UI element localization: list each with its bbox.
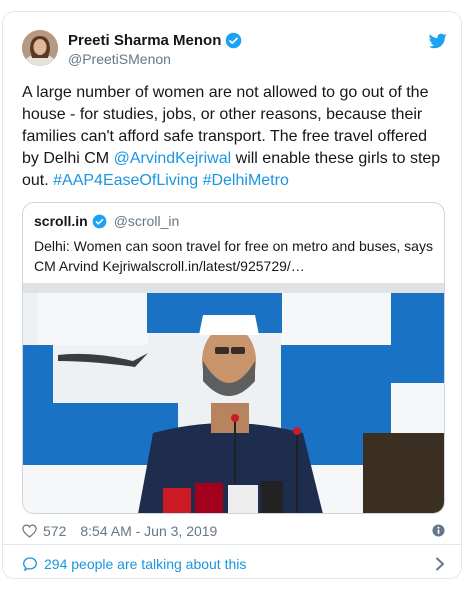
mention-link[interactable]: @ArvindKejriwal — [114, 150, 232, 167]
tweet-timestamp[interactable]: 8:54 AM - Jun 3, 2019 — [80, 523, 217, 539]
tweet-header: Preeti Sharma Menon @PreetiSMenon — [22, 30, 447, 70]
embedded-tweet-card: Preeti Sharma Menon @PreetiSMenon A larg… — [2, 11, 462, 579]
info-icon[interactable] — [432, 524, 445, 537]
author-handle[interactable]: @PreetiSMenon — [68, 51, 171, 67]
tweet-stats: 572 8:54 AM - Jun 3, 2019 — [22, 520, 447, 542]
chevron-right-icon — [436, 557, 444, 571]
quoted-author-handle: @scroll_in — [113, 213, 180, 229]
quoted-tweet-card[interactable]: scroll.in @scroll_in Delhi: Women can so… — [22, 202, 445, 514]
avatar[interactable] — [22, 30, 58, 66]
verified-badge-icon — [226, 32, 242, 49]
conversation-count: 294 people are talking about this — [44, 556, 247, 572]
conversation-link[interactable]: 294 people are talking about this — [22, 553, 447, 575]
press-conference-photo[interactable] — [23, 283, 444, 513]
verified-badge-icon — [92, 214, 107, 228]
hashtag-link[interactable]: #AAP4EaseOfLiving — [53, 172, 198, 189]
author-name[interactable]: Preeti Sharma Menon — [68, 32, 221, 49]
like-count[interactable]: 572 — [43, 523, 66, 539]
twitter-bird-icon[interactable] — [429, 33, 447, 49]
tweet-text: A large number of women are not allowed … — [22, 84, 441, 189]
hashtag-link[interactable]: #DelhiMetro — [203, 172, 289, 189]
quoted-author-name: scroll.in — [34, 213, 88, 229]
heart-icon[interactable] — [22, 524, 37, 538]
divider — [3, 544, 461, 545]
speech-bubble-icon — [22, 557, 38, 572]
quoted-text: Delhi: Women can soon travel for free on… — [34, 238, 433, 274]
